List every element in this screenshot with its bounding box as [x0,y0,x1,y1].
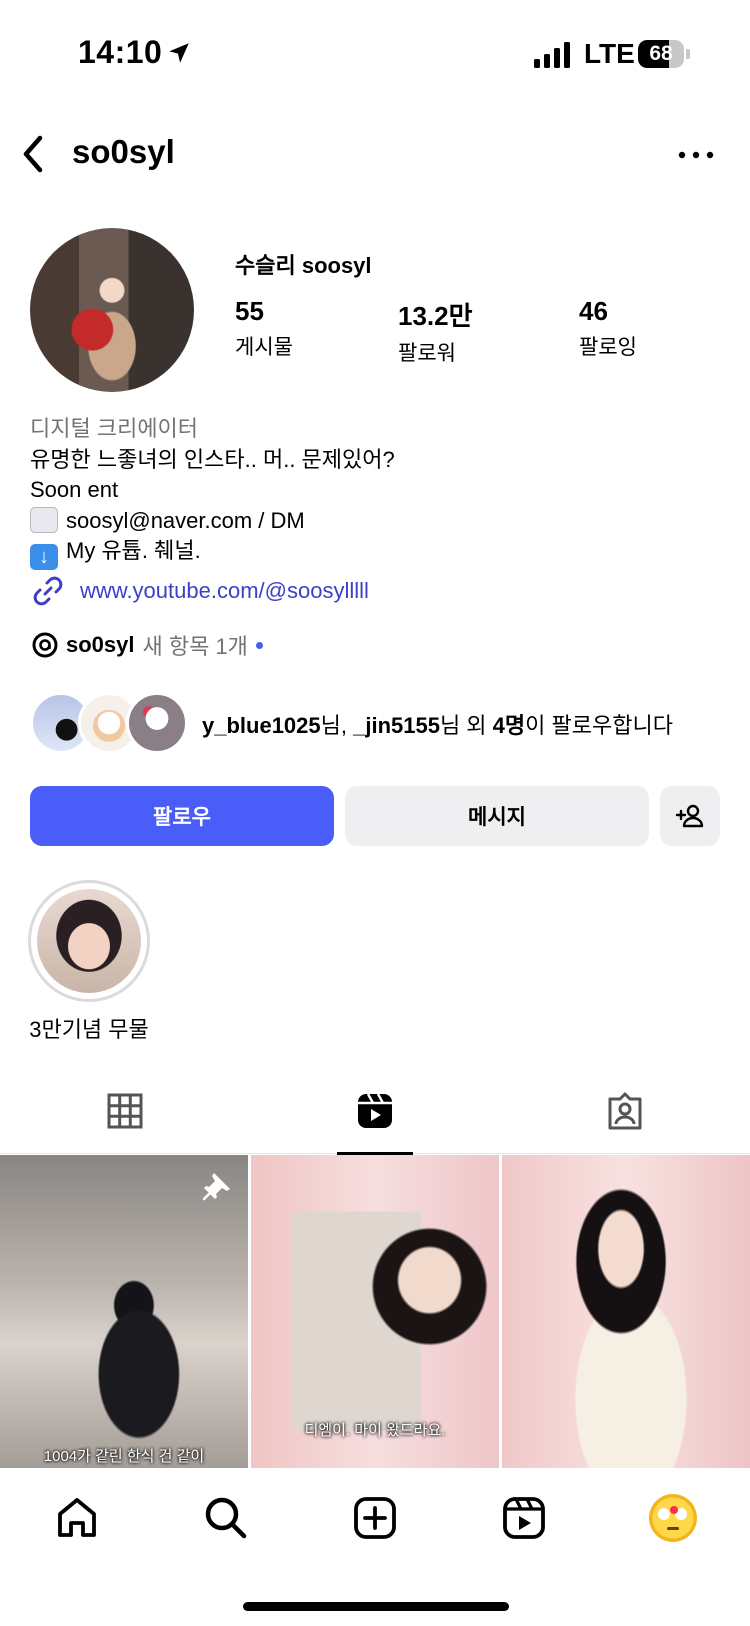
tab-posts[interactable] [0,1068,250,1154]
notification-dot [670,1506,678,1514]
page-title: so0syl [72,133,175,170]
pin-icon [202,1173,230,1201]
reels-grid: 1004가 같린 한식 건 같이 디엠이. 마이 왔드라요. [0,1155,750,1468]
suggested-users-button[interactable] [660,786,720,846]
threads-badge[interactable]: so0syl 새 항목 1개 [30,628,263,662]
search-icon [205,1497,247,1539]
highlight-ring [28,880,150,1002]
bio-line: My 유튭. 췌널. [66,538,201,563]
more-horizontal-icon[interactable] [676,140,716,170]
grid-icon [107,1093,143,1129]
stat-posts[interactable]: 55 게시물 [235,296,293,361]
reel-thumbnail[interactable]: 디엠이. 마이 왔드라요. [251,1155,499,1468]
bio-line: Soon ent [30,477,119,502]
home-indicator[interactable] [243,1602,509,1611]
nav-home[interactable] [49,1490,105,1546]
tagged-icon [608,1092,642,1130]
follow-button[interactable]: 팔로우 [30,786,334,846]
reels-icon [358,1093,392,1128]
reel-thumbnail[interactable] [502,1155,750,1468]
profile-bio: 디지털 크리에이터 유명한 느좋녀의 인스타.. 머.. 문제있어? Soon … [30,414,720,570]
status-time: 14:10 [78,34,163,70]
bio-line: soosyl@naver.com / DM [66,507,305,533]
stat-label: 게시물 [235,336,293,359]
bio-email-line: soosyl@naver.com / DM [30,506,720,537]
nav-create[interactable] [347,1490,403,1546]
nav-search[interactable] [198,1490,254,1546]
bio-category: 디지털 크리에이터 [30,416,199,441]
mutual-followers-text: y_blue1025님, _jin5155님 외 4명이 팔로우합니다 [202,713,673,738]
profile-header: so0syl [0,120,750,190]
status-bar: 14:10 LTE 68 [0,0,750,100]
threads-new-items: 새 항목 1개 [142,634,248,659]
mutual-followers[interactable]: y_blue1025님, _jin5155님 외 4명이 팔로우합니다 [30,692,730,754]
network-type: LTE [584,38,635,69]
stat-value: 55 [235,296,264,326]
add-user-icon [675,804,704,828]
battery-icon: 68 [638,40,690,68]
profile-avatar[interactable] [30,228,194,392]
down-arrow-icon: ↓ [30,544,58,570]
link-text[interactable]: www.youtube.com/@soosylllll [80,578,369,604]
highlight-cover [37,889,141,993]
reel-thumbnail[interactable]: 1004가 같린 한식 건 같이 [0,1155,248,1468]
message-button[interactable]: 메시지 [345,786,649,846]
mutual-avatar [126,692,188,754]
reel-caption: 디엠이. 마이 왔드라요. [304,1422,446,1439]
new-dot [255,641,263,649]
stat-label: 팔로워 [398,342,456,365]
home-icon [58,1498,96,1537]
stat-value: 46 [579,296,608,326]
profile-tabs [0,1068,750,1155]
envelope-icon [30,506,58,533]
profile-avatar-icon [649,1494,697,1542]
reel-caption: 1004가 같린 한식 건 같이 [43,1448,205,1465]
display-name: 수슬리 soosyl [235,253,372,278]
stat-value: 13.2만 [398,301,473,331]
threads-username: so0syl [66,632,135,657]
bio-youtube-line: ↓ My 유튭. 췌널. [30,536,720,570]
story-highlight[interactable]: 3만기념 무물 [26,880,152,1044]
chevron-left-icon[interactable] [14,130,54,178]
link-icon [33,576,63,606]
threads-icon [32,632,58,658]
bio-line: 유명한 느좋녀의 인스타.. 머.. 문제있어? [30,446,395,472]
stat-following[interactable]: 46 팔로잉 [579,296,637,361]
stat-followers[interactable]: 13.2만 팔로워 [398,296,473,367]
stat-label: 팔로잉 [579,336,637,359]
signal-icon [534,42,570,68]
create-icon [354,1497,396,1539]
location-arrow-icon [169,43,189,63]
battery-percent: 68 [649,42,673,65]
highlight-label: 3만기념 무물 [29,1017,149,1042]
tab-tagged[interactable] [500,1068,750,1154]
reels-icon [503,1497,545,1539]
nav-profile[interactable] [645,1490,701,1546]
nav-reels[interactable] [496,1490,552,1546]
profile-link[interactable]: www.youtube.com/@soosylllll [30,574,369,608]
tab-reels[interactable] [250,1068,500,1155]
